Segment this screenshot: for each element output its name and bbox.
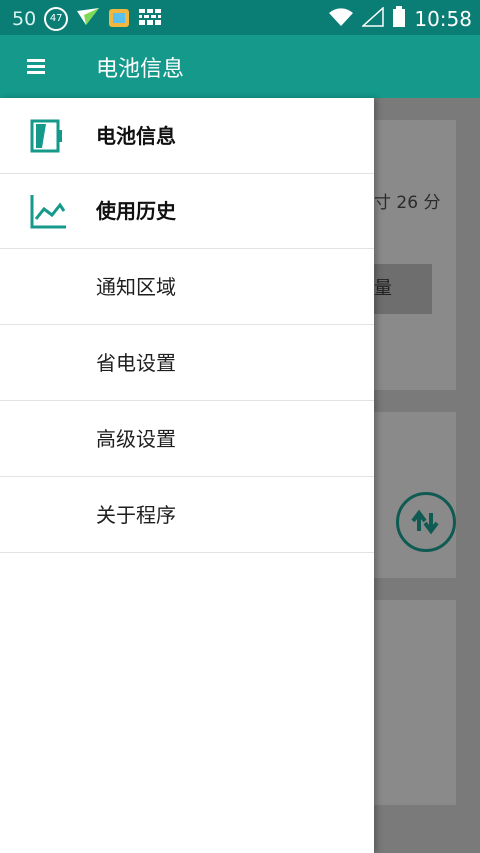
nav-item-label: 使用历史 — [96, 199, 176, 223]
toolbar-title: 电池信息 — [96, 57, 185, 82]
status-number: 50 — [12, 8, 37, 30]
background-text: 寸 26 分 — [374, 193, 441, 213]
swap-button[interactable] — [396, 492, 456, 552]
chart-icon — [30, 195, 66, 229]
nav-item-notification-area[interactable]: 通知区域 — [0, 249, 374, 325]
status-right: 10:58 — [328, 6, 472, 32]
hamburger-icon — [27, 59, 45, 74]
nav-item-battery-info[interactable]: 电池信息 — [0, 98, 374, 174]
navigation-drawer: 电池信息 使用历史 通知区域 省电设置 高级设置 关于程序 — [0, 98, 374, 853]
wifi-icon — [328, 7, 354, 31]
app-icon — [108, 6, 130, 32]
battery-status-icon — [392, 6, 406, 32]
nav-item-power-saving[interactable]: 省电设置 — [0, 325, 374, 401]
nav-item-label: 通知区域 — [96, 275, 176, 299]
app-toolbar: 电池信息 — [0, 35, 480, 98]
nav-item-usage-history[interactable]: 使用历史 — [0, 173, 374, 249]
nav-item-advanced-settings[interactable]: 高级设置 — [0, 401, 374, 477]
status-bar: 50 47 10:58 — [0, 0, 480, 35]
background-card — [374, 600, 456, 805]
nav-item-about[interactable]: 关于程序 — [0, 477, 374, 553]
nav-item-label: 电池信息 — [96, 124, 176, 148]
hamburger-menu-button[interactable] — [22, 53, 52, 81]
nav-item-label: 高级设置 — [96, 427, 176, 451]
notification-count-badge: 47 — [44, 7, 69, 31]
nav-item-label: 省电设置 — [96, 351, 176, 375]
nav-item-label: 关于程序 — [96, 503, 176, 527]
background-button[interactable]: 量 — [374, 264, 432, 314]
signal-icon — [361, 6, 385, 31]
background-card — [374, 120, 456, 390]
grid-icon — [138, 7, 162, 31]
clock-time: 10:58 — [414, 7, 472, 31]
swap-arrows-icon — [411, 509, 439, 535]
status-left: 50 47 — [12, 6, 162, 32]
battery-icon — [30, 119, 62, 153]
paper-plane-icon — [76, 7, 100, 31]
